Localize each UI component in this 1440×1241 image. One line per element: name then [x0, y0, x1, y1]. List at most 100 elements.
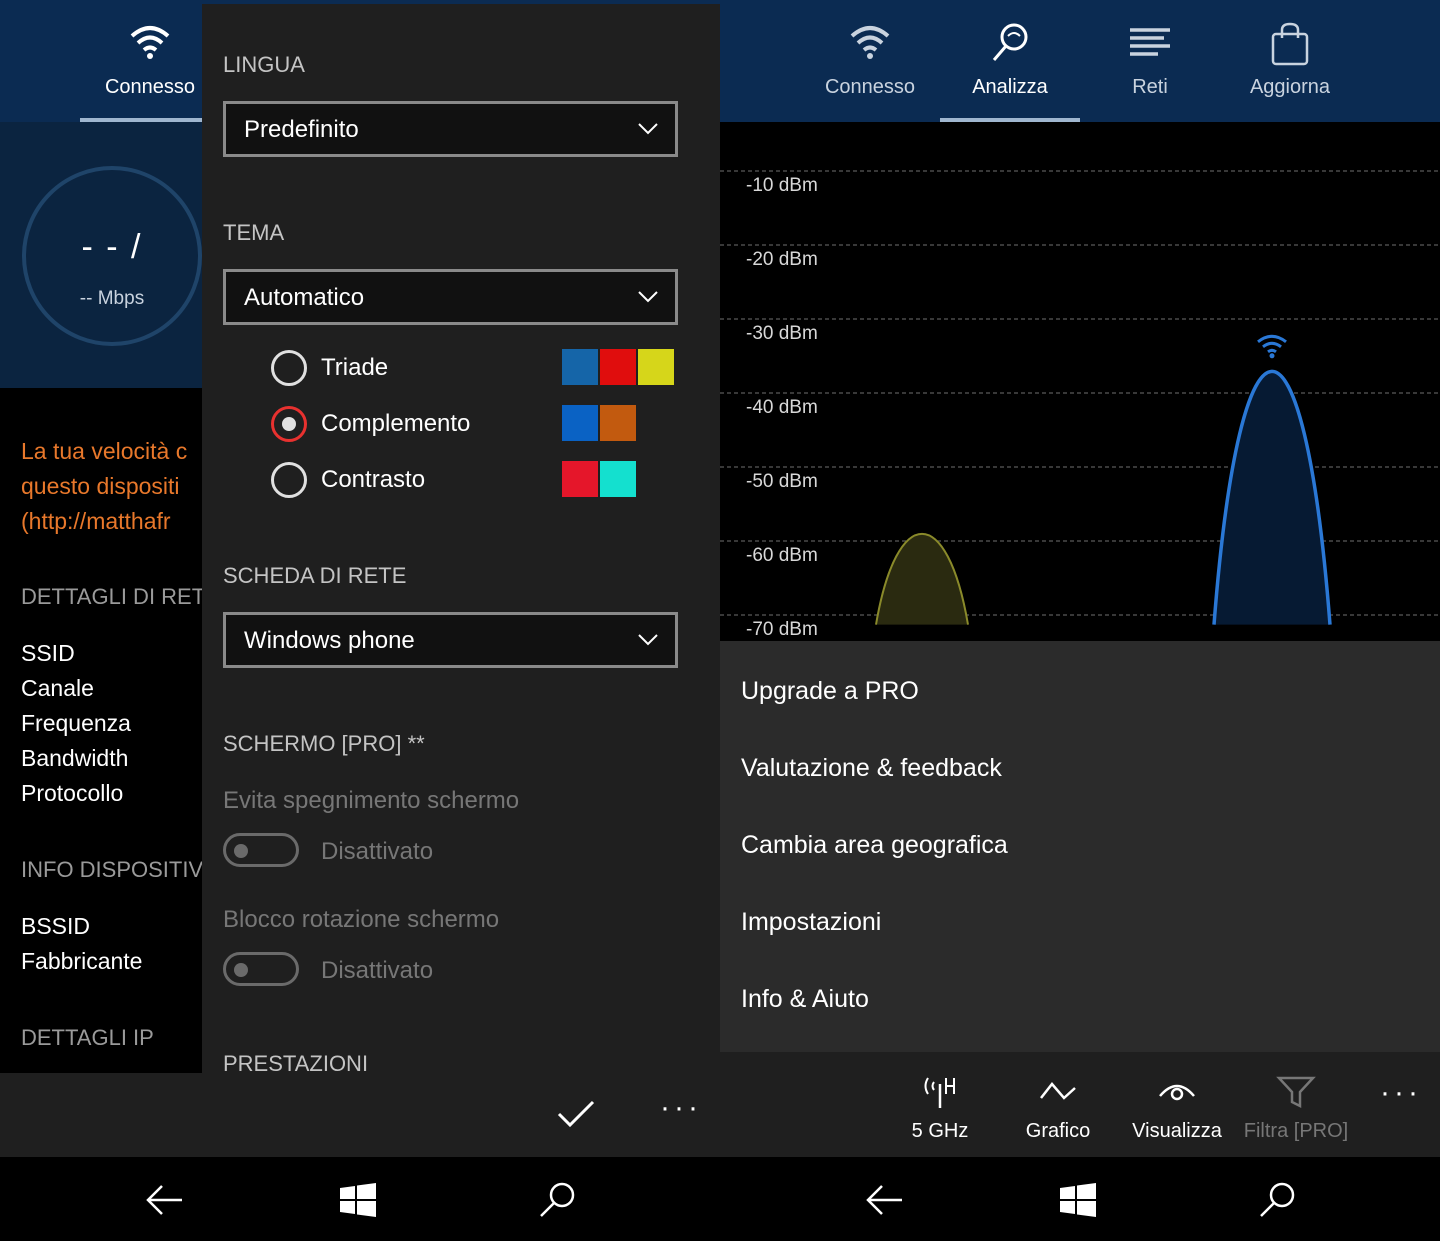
radio-contrasto[interactable] — [271, 462, 307, 498]
appbar-view-button[interactable]: Visualizza — [1117, 1052, 1237, 1157]
check-icon[interactable] — [556, 1099, 596, 1129]
color-swatch — [638, 349, 674, 385]
appbar-5ghz-button[interactable]: 5 GHz — [880, 1052, 1000, 1157]
appbar-chart-button[interactable]: Grafico — [998, 1052, 1118, 1157]
signal-chart: -10 dBm -20 dBm -30 dBm -40 dBm -50 dBm -60 d… — [720, 122, 1440, 642]
color-swatch — [562, 405, 598, 441]
y-tick-label: -30 dBm — [746, 323, 818, 344]
detail-fabbricante: Fabbricante — [21, 948, 143, 974]
tab-analizza[interactable]: Analizza — [940, 0, 1080, 122]
speed-gauge: - - / -- Mbps — [22, 166, 202, 346]
more-options-icon[interactable]: ··· — [1380, 1076, 1422, 1110]
section-device-info: INFO DISPOSITIV — [21, 857, 204, 882]
section-ip-details: DETTAGLI IP — [21, 1025, 154, 1050]
menu-item-settings[interactable]: Impostazioni — [741, 908, 881, 937]
adapter-value: Windows phone — [244, 627, 415, 654]
language-value: Predefinito — [244, 116, 359, 143]
tab-connesso[interactable]: Connesso — [800, 0, 940, 122]
appbar-label: Grafico — [1025, 1120, 1091, 1142]
theme-dropdown[interactable]: Automatico — [223, 269, 678, 325]
menu-item-feedback[interactable]: Valutazione & feedback — [741, 754, 1002, 783]
overflow-menu: Upgrade a PRO Valutazione & feedback Cam… — [720, 641, 1440, 1052]
right-screen: Connesso Analizza Reti Aggiorna -10 dBm -… — [720, 0, 1440, 1241]
tab-label: Connesso — [824, 76, 916, 98]
speed-value: - - / — [81, 228, 143, 266]
search-icon[interactable] — [1258, 1181, 1296, 1219]
theme-value: Automatico — [244, 284, 365, 311]
appbar-filter-button[interactable]: Filtra [PRO] — [1236, 1052, 1356, 1157]
color-swatch — [600, 405, 636, 441]
speed-warning: La tua velocità c questo dispositi (http… — [21, 434, 187, 539]
color-swatch — [600, 461, 636, 497]
menu-item-upgrade[interactable]: Upgrade a PRO — [741, 677, 919, 706]
more-options-icon[interactable]: ··· — [660, 1091, 702, 1125]
theme-label: TEMA — [223, 220, 285, 245]
left-nav-bar — [0, 1157, 720, 1241]
radio-label-complemento: Complemento — [321, 410, 471, 437]
back-arrow-icon[interactable] — [864, 1183, 904, 1217]
warning-line: questo dispositi — [21, 473, 180, 499]
screen-off-toggle[interactable] — [223, 833, 299, 867]
wifi-icon — [80, 22, 220, 66]
adapter-dropdown[interactable]: Windows phone — [223, 612, 678, 668]
signal-curve — [875, 532, 969, 625]
detail-ssid: SSID — [21, 640, 75, 666]
y-tick-label: -10 dBm — [746, 175, 818, 196]
tab-aggiorna[interactable]: Aggiorna — [1220, 0, 1360, 122]
radio-triade[interactable] — [271, 350, 307, 386]
screen-off-label: Evita spegnimento schermo — [223, 787, 520, 814]
radio-complemento[interactable] — [271, 406, 307, 442]
right-nav-bar — [720, 1157, 1440, 1241]
right-app-bar: 5 GHz Grafico Visualizza Filtra [PRO] ··… — [720, 1052, 1440, 1157]
language-label: LINGUA — [223, 52, 305, 77]
tab-label: Analizza — [972, 76, 1048, 98]
detail-frequenza: Frequenza — [21, 710, 131, 736]
radio-label-contrasto: Contrasto — [321, 466, 426, 493]
left-screen: Connesso - - / -- Mbps La tua velocità c… — [0, 0, 720, 1241]
wifi-icon — [800, 22, 940, 66]
bag-icon — [1220, 22, 1360, 66]
magnifier-icon — [940, 22, 1080, 66]
antenna-icon — [880, 1074, 1000, 1110]
appbar-label: Filtra [PRO] — [1243, 1120, 1349, 1142]
color-swatch — [600, 349, 636, 385]
rotation-toggle[interactable] — [223, 952, 299, 986]
right-header: Connesso Analizza Reti Aggiorna — [720, 0, 1440, 122]
filter-icon — [1236, 1074, 1356, 1110]
tab-reti[interactable]: Reti — [1080, 0, 1220, 122]
detail-bandwidth: Bandwidth — [21, 745, 129, 771]
menu-item-region[interactable]: Cambia area geografica — [741, 831, 1008, 860]
wifi-marker-icon — [1257, 334, 1287, 359]
detail-canale: Canale — [21, 675, 94, 701]
tab-label: Connesso — [104, 76, 196, 98]
section-net-details: DETTAGLI DI RET — [21, 584, 206, 609]
detail-protocollo: Protocollo — [21, 780, 124, 806]
performance-label: PRESTAZIONI — [223, 1051, 369, 1073]
rotation-label: Blocco rotazione schermo — [223, 906, 500, 933]
chart-line-icon — [998, 1074, 1118, 1110]
y-tick-label: -50 dBm — [746, 471, 818, 492]
y-tick-label: -60 dBm — [746, 545, 818, 566]
signal-curve — [1212, 369, 1332, 625]
windows-logo-icon[interactable] — [340, 1183, 376, 1217]
color-swatch — [562, 349, 598, 385]
color-swatch — [562, 461, 598, 497]
tab-connesso[interactable]: Connesso — [80, 0, 220, 122]
warning-line: (http://matthafr — [21, 508, 171, 534]
signal-chart-svg: -10 dBm -20 dBm -30 dBm -40 dBm -50 dBm -60 d… — [720, 170, 1440, 640]
windows-logo-icon[interactable] — [1060, 1183, 1096, 1217]
tab-label: Aggiorna — [1249, 76, 1331, 98]
tab-label: Reti — [1132, 76, 1168, 98]
language-dropdown[interactable]: Predefinito — [223, 101, 678, 157]
chevron-down-icon — [638, 291, 658, 303]
speed-unit: -- Mbps — [79, 288, 145, 309]
list-icon — [1080, 22, 1220, 66]
adapter-label: SCHEDA DI RETE — [223, 563, 407, 588]
search-icon[interactable] — [538, 1181, 576, 1219]
appbar-label: 5 GHz — [911, 1120, 969, 1142]
y-tick-label: -40 dBm — [746, 397, 818, 418]
menu-item-help[interactable]: Info & Aiuto — [741, 985, 869, 1014]
eye-icon — [1117, 1074, 1237, 1110]
appbar-label: Visualizza — [1132, 1120, 1222, 1142]
back-arrow-icon[interactable] — [144, 1183, 184, 1217]
